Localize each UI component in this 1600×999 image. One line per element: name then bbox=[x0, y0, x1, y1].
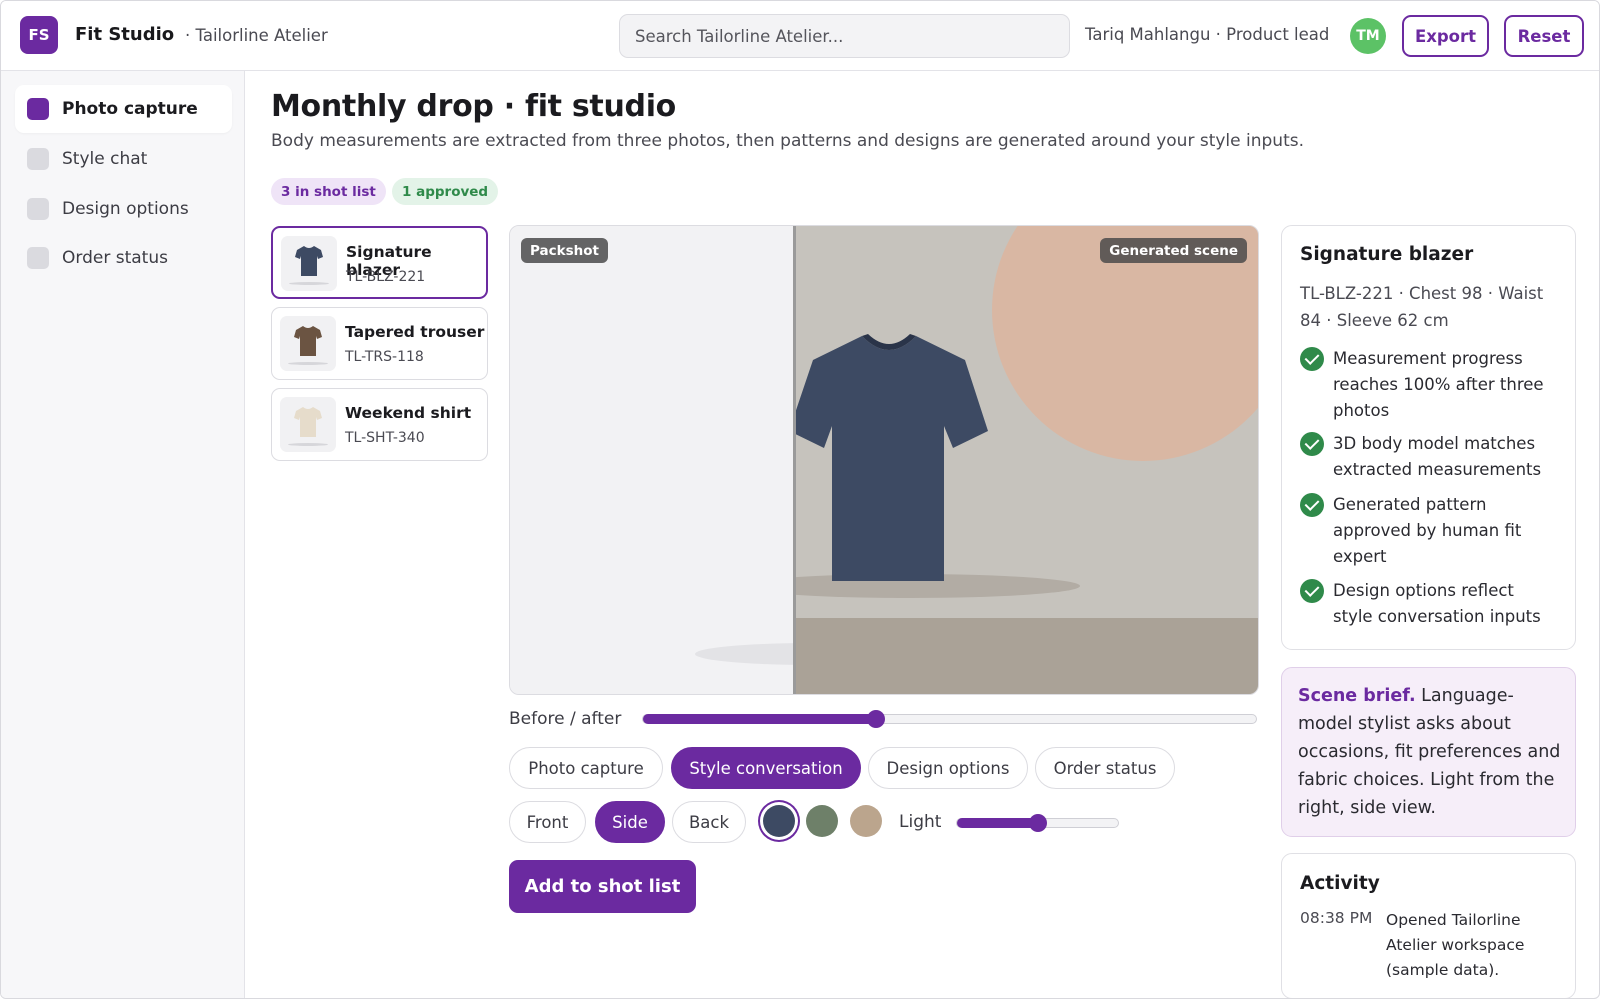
sidebar-item-photo-capture[interactable]: Photo capture bbox=[15, 85, 232, 133]
swatch-sand[interactable] bbox=[850, 805, 882, 837]
sidebar-item-design-options[interactable]: Design options bbox=[15, 185, 232, 233]
detail-measurements: TL-BLZ-221 · Chest 98 · Waist 84 · Sleev… bbox=[1300, 284, 1544, 330]
check-icon bbox=[1300, 347, 1324, 371]
page-subtitle: Body measurements are extracted from thr… bbox=[271, 131, 1304, 151]
add-to-shot-list-button[interactable]: Add to shot list bbox=[509, 860, 696, 913]
sidebar-item-style-chat[interactable]: Style chat bbox=[15, 135, 232, 183]
tshirt-icon bbox=[294, 407, 322, 437]
light-slider[interactable] bbox=[956, 814, 1119, 832]
product-thumbnail bbox=[281, 236, 337, 291]
app-name: Fit Studio bbox=[75, 24, 175, 45]
checklist-text: 3D body model matches extracted measurem… bbox=[1333, 434, 1542, 479]
reset-button[interactable]: Reset bbox=[1504, 15, 1584, 57]
nav-indicator bbox=[27, 98, 49, 120]
view-back-button[interactable]: Back bbox=[672, 801, 746, 843]
packshot-label: Packshot bbox=[521, 238, 608, 263]
tshirt-icon bbox=[294, 326, 322, 356]
activity-title: Activity bbox=[1300, 873, 1380, 894]
slider-fill bbox=[643, 714, 876, 724]
search-input[interactable] bbox=[619, 14, 1070, 58]
shot-list-badge: 3 in shot list bbox=[271, 178, 386, 205]
before-after-label: Before / after bbox=[509, 709, 622, 729]
tab-design-options[interactable]: Design options bbox=[868, 747, 1028, 789]
product-thumbnail bbox=[280, 397, 336, 452]
sidebar: Photo capture Style chat Design options … bbox=[1, 71, 245, 998]
sidebar-item-label: Photo capture bbox=[62, 99, 198, 119]
avatar[interactable]: TM bbox=[1350, 18, 1386, 54]
nav-indicator bbox=[27, 247, 49, 269]
view-front-button[interactable]: Front bbox=[509, 801, 586, 843]
product-name: Tapered trouser bbox=[345, 323, 485, 341]
top-bar: FS Fit Studio · Tailorline Atelier Tariq… bbox=[1, 1, 1599, 71]
check-icon bbox=[1300, 579, 1324, 603]
tab-style-conversation[interactable]: Style conversation bbox=[671, 747, 861, 789]
product-sku: TL-BLZ-221 bbox=[346, 269, 426, 285]
checklist-text: Design options reflect style conversatio… bbox=[1333, 581, 1541, 626]
slider-handle[interactable] bbox=[1028, 814, 1047, 832]
product-card-signature-blazer[interactable]: Signature blazer TL-BLZ-221 bbox=[271, 226, 488, 299]
product-card-weekend-shirt[interactable]: Weekend shirt TL-SHT-340 bbox=[271, 388, 488, 461]
checklist-item: Design options reflect style conversatio… bbox=[1300, 578, 1560, 630]
before-after-slider[interactable] bbox=[642, 710, 1257, 728]
page-title: Monthly drop · fit studio bbox=[271, 89, 676, 124]
view-side-button[interactable]: Side bbox=[595, 801, 665, 843]
app-logo: FS bbox=[20, 16, 58, 54]
app-window: FS Fit Studio · Tailorline Atelier Tariq… bbox=[0, 0, 1600, 999]
product-thumbnail bbox=[280, 316, 336, 371]
sidebar-item-label: Design options bbox=[62, 199, 189, 219]
checklist-text: Measurement progress reaches 100% after … bbox=[1333, 349, 1544, 420]
product-sku: TL-TRS-118 bbox=[345, 349, 424, 365]
slider-fill bbox=[957, 818, 1038, 828]
workspace-name: · Tailorline Atelier bbox=[185, 26, 328, 45]
product-detail-card: Signature blazer TL-BLZ-221 · Chest 98 ·… bbox=[1281, 225, 1576, 650]
activity-time: 08:38 PM bbox=[1300, 909, 1373, 927]
detail-title: Signature blazer bbox=[1300, 244, 1474, 265]
checklist-text: Generated pattern approved by human fit … bbox=[1333, 495, 1522, 566]
user-name: Tariq Mahlangu · Product lead bbox=[1085, 25, 1330, 44]
scene-brief-lead: Scene brief. bbox=[1298, 686, 1416, 706]
check-icon bbox=[1300, 493, 1324, 517]
scene-brief-card: Scene brief. Language-model stylist asks… bbox=[1281, 667, 1576, 837]
garment-scene-image bbox=[510, 226, 1258, 694]
product-name: Weekend shirt bbox=[345, 404, 472, 422]
product-sku: TL-SHT-340 bbox=[345, 430, 425, 446]
generated-scene-label: Generated scene bbox=[1100, 238, 1247, 263]
nav-indicator bbox=[27, 148, 49, 170]
sidebar-item-label: Style chat bbox=[62, 149, 148, 169]
checklist-item: Measurement progress reaches 100% after … bbox=[1300, 346, 1560, 424]
sidebar-item-label: Order status bbox=[62, 248, 168, 268]
before-after-stage[interactable]: Packshot Generated scene bbox=[509, 225, 1259, 695]
product-card-tapered-trouser[interactable]: Tapered trouser TL-TRS-118 bbox=[271, 307, 488, 380]
swatch-navy[interactable] bbox=[763, 805, 795, 837]
activity-text: Opened Tailorline Atelier workspace (sam… bbox=[1386, 911, 1525, 979]
slider-handle[interactable] bbox=[866, 710, 885, 728]
activity-card: Activity 08:38 PM Opened Tailorline Atel… bbox=[1281, 853, 1576, 998]
approved-badge: 1 approved bbox=[392, 178, 499, 205]
export-button[interactable]: Export bbox=[1402, 15, 1489, 57]
checklist-item: 3D body model matches extracted measurem… bbox=[1300, 431, 1560, 483]
tab-order-status[interactable]: Order status bbox=[1035, 747, 1175, 789]
check-icon bbox=[1300, 432, 1324, 456]
sidebar-item-order-status[interactable]: Order status bbox=[15, 234, 232, 282]
tshirt-icon bbox=[295, 246, 323, 276]
scene-brief-text: Scene brief. Language-model stylist asks… bbox=[1298, 682, 1563, 822]
tab-photo-capture[interactable]: Photo capture bbox=[509, 747, 663, 789]
swatch-sage[interactable] bbox=[806, 805, 838, 837]
nav-indicator bbox=[27, 198, 49, 220]
light-label: Light bbox=[899, 812, 942, 832]
checklist-item: Generated pattern approved by human fit … bbox=[1300, 492, 1560, 570]
